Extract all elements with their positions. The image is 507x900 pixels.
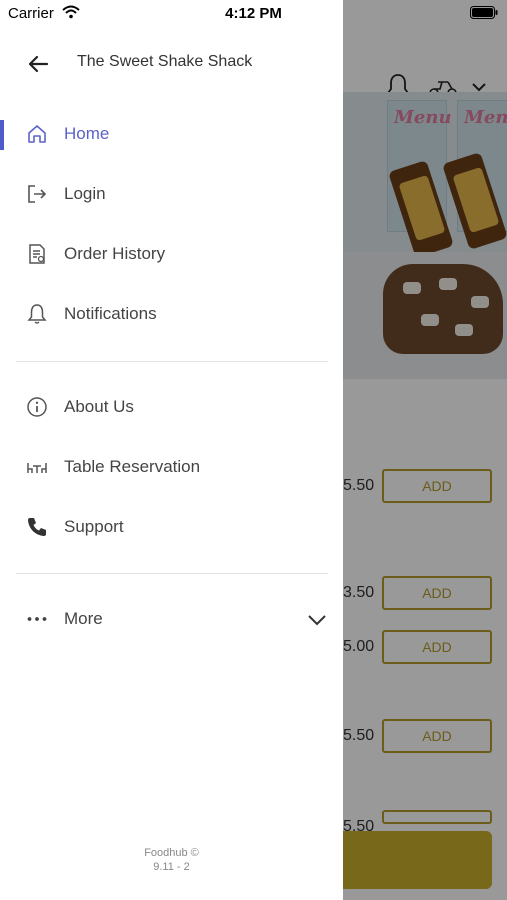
nav-label-home: Home: [64, 124, 110, 143]
back-arrow-icon[interactable]: [26, 52, 50, 76]
nav-item-about-us[interactable]: About Us: [0, 383, 343, 431]
nav-item-login[interactable]: Login: [0, 170, 343, 218]
chevron-down-icon[interactable]: [306, 609, 328, 631]
phone-icon: [28, 518, 46, 536]
home-icon: [28, 125, 46, 143]
restaurant-name: The Sweet Shake Shack: [77, 53, 253, 70]
nav-item-table-reservation[interactable]: Table Reservation: [0, 443, 343, 491]
nav-label-table-reservation: Table Reservation: [64, 457, 201, 476]
footer-version: 9.11 - 2: [153, 861, 190, 873]
nav-label-more: More: [64, 609, 103, 628]
nav-label-order-history: Order History: [64, 244, 166, 263]
wifi-icon: [62, 5, 80, 19]
navigation-drawer: The Sweet Shake Shack Home Login Order H…: [0, 0, 343, 900]
section-divider: [16, 573, 328, 574]
status-time: 4:12 PM: [225, 5, 282, 22]
section-divider: [16, 361, 328, 362]
nav-label-login: Login: [64, 184, 106, 203]
nav-item-home[interactable]: Home: [0, 110, 343, 158]
nav-item-order-history[interactable]: Order History: [0, 230, 343, 278]
active-indicator: [0, 120, 4, 150]
table-icon: [27, 463, 47, 473]
nav-label-about-us: About Us: [64, 397, 134, 416]
nav-item-support[interactable]: Support: [0, 503, 343, 551]
nav-item-more[interactable]: More: [0, 595, 343, 643]
app-footer: Foodhub © 9.11 - 2: [0, 846, 343, 874]
carrier-label: Carrier: [8, 5, 54, 22]
info-icon: [27, 397, 47, 417]
battery-icon: [470, 6, 498, 19]
nav-label-support: Support: [64, 517, 124, 536]
status-bar: Carrier 4:12 PM: [0, 0, 507, 28]
bell-icon: [27, 304, 47, 324]
receipt-icon: [29, 244, 45, 264]
login-icon: [28, 185, 47, 203]
more-dots-icon: [27, 617, 47, 621]
footer-brand: Foodhub ©: [144, 847, 199, 859]
nav-item-notifications[interactable]: Notifications: [0, 290, 343, 338]
nav-label-notifications: Notifications: [64, 304, 157, 323]
